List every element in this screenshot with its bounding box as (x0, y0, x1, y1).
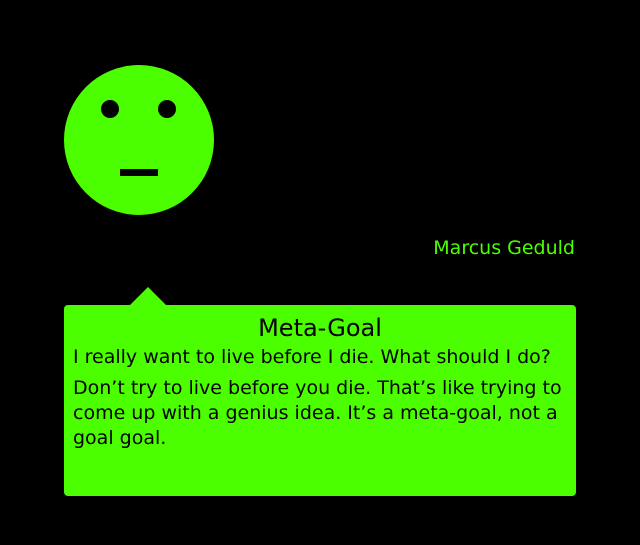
right-eye (158, 100, 176, 118)
author-name: Marcus Geduld (433, 237, 575, 259)
left-eye (101, 100, 119, 118)
bubble-title: Meta-Goal (258, 314, 382, 342)
answer-text: Don’t try to live before you die. That’s… (73, 377, 562, 449)
question-text: I really want to live before I die. What… (73, 346, 551, 368)
neutral-face-icon (64, 65, 214, 215)
speech-bubble-pointer (129, 287, 167, 306)
speech-bubble: Meta-Goal I really want to live before I… (64, 305, 576, 496)
mouth (120, 169, 158, 176)
